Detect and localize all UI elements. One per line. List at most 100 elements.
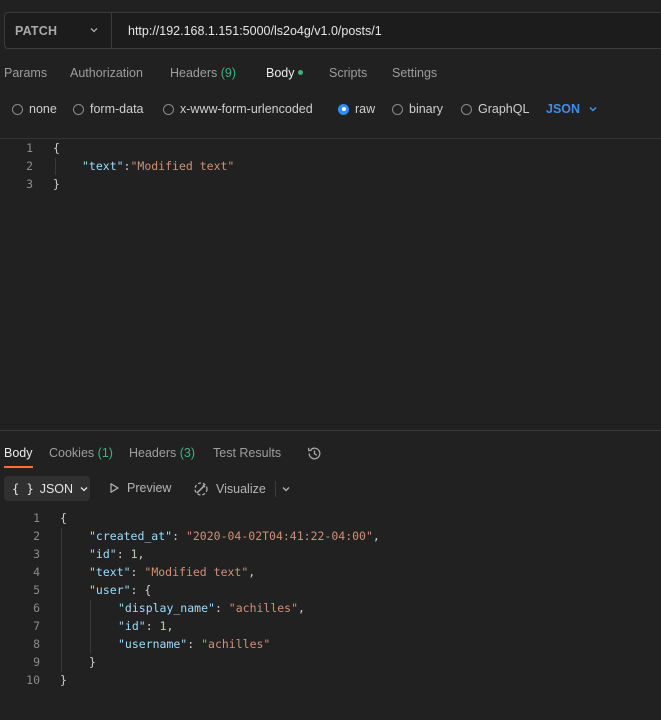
tab-cookies-label: Cookies — [49, 446, 95, 460]
headers-count-badge: (9) — [220, 66, 237, 80]
json-key: "username" — [118, 637, 188, 651]
line-number: 2 — [33, 529, 40, 543]
response-tabs: Body Cookies (1) Headers (3) Test Result… — [0, 442, 661, 466]
json-string: "2020-04-02T04:41:22-04:00" — [185, 529, 373, 543]
code-line: "id": 1, — [118, 619, 174, 633]
radio-circle — [163, 103, 174, 115]
indent-guide — [61, 528, 62, 672]
radio-none-label: none — [29, 102, 57, 116]
code-line: "text":"Modified text" — [82, 157, 234, 175]
json-key: "text" — [82, 159, 124, 173]
tab-headers[interactable]: Headers (9) — [170, 66, 236, 80]
request-tabs: Params Authorization Headers (9) Body Sc… — [0, 62, 661, 86]
code-brace-close: } — [60, 673, 67, 687]
line-number: 3 — [33, 547, 40, 561]
code-line: "display_name": "achilles", — [118, 601, 305, 615]
tab-params[interactable]: Params — [4, 66, 47, 80]
code-line: "id": 1, — [89, 547, 145, 561]
tab-settings[interactable]: Settings — [392, 66, 437, 80]
response-format-label: JSON — [39, 481, 74, 496]
body-format-select[interactable]: JSON — [546, 102, 598, 116]
divider — [275, 481, 276, 497]
tab-response-body[interactable]: Body — [4, 446, 33, 460]
cookies-count-badge: (1) — [97, 446, 113, 460]
radio-circle — [73, 103, 84, 115]
radio-circle — [12, 103, 23, 115]
line-number: 10 — [26, 673, 40, 687]
url-input[interactable]: http://192.168.1.151:5000/ls2o4g/v1.0/po… — [112, 24, 382, 38]
radio-circle — [392, 103, 403, 115]
preview-label: Preview — [127, 481, 172, 495]
radio-urlencoded-label: x-www-form-urlencoded — [180, 102, 313, 116]
chevron-down-icon — [589, 106, 597, 112]
radio-none[interactable]: none — [12, 102, 57, 116]
code-brace-close: } — [53, 177, 60, 191]
radio-binary-label: binary — [409, 102, 444, 116]
braces-icon: { } — [12, 481, 34, 496]
preview-button[interactable]: Preview — [108, 481, 171, 495]
pane-splitter[interactable] — [0, 430, 661, 431]
radio-urlencoded[interactable]: x-www-form-urlencoded — [163, 102, 313, 116]
code-line: "text": "Modified text", — [89, 565, 256, 579]
code-brace-open: { — [60, 511, 67, 525]
code-brace-open: { — [53, 141, 60, 155]
tab-headers-label: Headers — [170, 66, 218, 80]
visualize-label: Visualize — [216, 482, 266, 496]
tab-response-headers-label: Headers — [129, 446, 177, 460]
method-select[interactable]: PATCH — [5, 13, 112, 48]
body-modified-dot — [297, 70, 303, 76]
json-string: "achilles" — [228, 601, 299, 615]
tab-response-headers[interactable]: Headers (3) — [129, 446, 195, 460]
response-headers-count-badge: (3) — [179, 446, 196, 460]
radio-raw[interactable]: raw — [338, 102, 375, 116]
line-number: 3 — [26, 177, 33, 191]
code-line: "username": "achilles" — [118, 637, 271, 651]
line-number: 1 — [33, 511, 40, 525]
radio-graphql[interactable]: GraphQL — [461, 102, 529, 116]
json-key: "user" — [89, 583, 131, 597]
tab-body-label: Body — [266, 66, 295, 80]
json-string: "Modified text" — [144, 565, 249, 579]
json-number: 1 — [130, 547, 138, 561]
visualize-icon — [194, 482, 208, 496]
radio-binary[interactable]: binary — [392, 102, 443, 116]
line-number: 6 — [33, 601, 40, 615]
tab-test-results[interactable]: Test Results — [213, 446, 281, 460]
radio-form-data-label: form-data — [90, 102, 144, 116]
line-number: 2 — [26, 159, 33, 173]
active-tab-indicator — [4, 466, 33, 468]
line-number: 9 — [33, 655, 40, 669]
json-string: "achilles" — [201, 637, 271, 651]
history-icon[interactable] — [306, 445, 323, 462]
line-number: 7 — [33, 619, 40, 633]
chevron-down-icon — [90, 28, 98, 33]
code-brace-close: } — [89, 655, 96, 669]
json-key: "id" — [118, 619, 146, 633]
tab-authorization[interactable]: Authorization — [70, 66, 143, 80]
tab-body[interactable]: Body — [266, 66, 303, 80]
line-number: 4 — [33, 565, 40, 579]
radio-circle-selected — [338, 103, 349, 115]
indent-guide — [55, 158, 56, 175]
tab-scripts[interactable]: Scripts — [329, 66, 367, 80]
radio-circle — [461, 103, 472, 115]
chevron-down-icon[interactable] — [281, 484, 291, 494]
line-number: 5 — [33, 583, 40, 597]
request-url-bar: PATCH http://192.168.1.151:5000/ls2o4g/v… — [4, 12, 661, 49]
indent-guide — [90, 600, 91, 654]
divider — [0, 138, 661, 139]
json-key: "display_name" — [118, 601, 215, 615]
method-label: PATCH — [15, 23, 58, 38]
json-number: 1 — [159, 619, 167, 633]
tab-cookies[interactable]: Cookies (1) — [49, 446, 113, 460]
code-line: "user": { — [89, 583, 152, 597]
line-number: 8 — [33, 637, 40, 651]
radio-raw-label: raw — [355, 102, 376, 116]
radio-graphql-label: GraphQL — [478, 102, 530, 116]
json-key: "text" — [89, 565, 131, 579]
json-string: "Modified text" — [130, 159, 235, 173]
body-format-label: JSON — [546, 102, 581, 116]
visualize-button[interactable]: Visualize — [193, 481, 266, 497]
radio-form-data[interactable]: form-data — [73, 102, 144, 116]
response-format-select[interactable]: { } JSON — [4, 476, 90, 501]
